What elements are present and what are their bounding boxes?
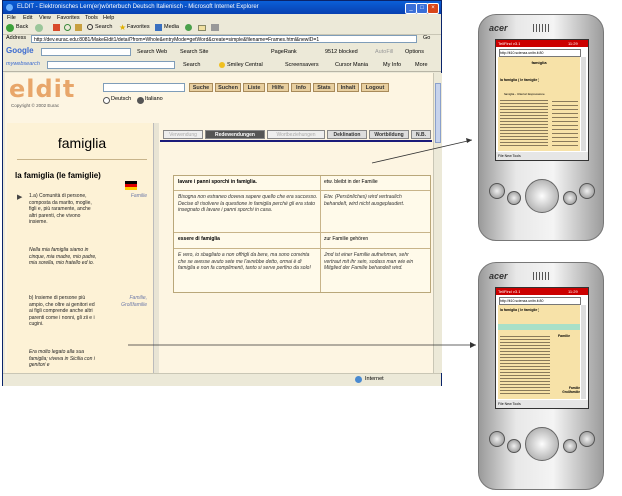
pda-app-button-3[interactable] [563, 439, 577, 453]
callout-arrowhead-top [466, 138, 472, 143]
pda-device-bottom: acer TellFind v3.1 11:29 http://it10.sci… [478, 262, 604, 490]
pda-url-field[interactable]: http://it10.scienza.unitn.it:80 [499, 49, 581, 57]
pda-text-block [500, 334, 550, 396]
pda-scrollbar[interactable] [581, 305, 586, 399]
pda-text-block-right [552, 98, 578, 148]
pda-menu-bar[interactable]: File New Tools [496, 152, 588, 160]
pda-app-button-4[interactable] [579, 183, 595, 199]
pda-navigation-pad[interactable] [525, 179, 559, 213]
pda-device-top: acer TellFind v3.1 11:29 http://it10.sci… [478, 14, 604, 241]
pda-screen-bottom: TellFind v3.1 11:29 http://it10.scienza.… [495, 287, 589, 409]
pda-subhead: la famiglia ( le famiglie ) [500, 308, 540, 312]
pda-brand-logo: acer [489, 23, 508, 33]
callout-arrowhead-bottom [470, 342, 476, 348]
pda-app-button-1[interactable] [489, 431, 505, 447]
pda-scrollbar[interactable] [581, 57, 586, 151]
speaker-grille-icon [533, 24, 551, 32]
pda-highlight-band [498, 324, 580, 330]
pda-section-label: famiglia - Ulteriori Espressione [504, 92, 545, 96]
speaker-grille-icon [533, 272, 551, 280]
pda-clock: 11:29 [568, 41, 578, 46]
pda-header: famiglia [531, 60, 547, 65]
callout-line-top [371, 139, 473, 164]
pda-text-block [500, 98, 548, 148]
pda-navigation-pad[interactable] [525, 427, 559, 461]
pda-brand-logo: acer [489, 271, 508, 281]
pda-app-button-1[interactable] [489, 183, 505, 199]
pda-url-field[interactable]: http://it10.scienza.unitn.it:80 [499, 297, 581, 305]
pda-subhead: la famiglia ( le famiglie ) [500, 78, 540, 82]
pda-clock: 11:29 [568, 289, 578, 294]
pda-app-title: TellFind v3.1 [498, 289, 521, 294]
pda-gloss-1: Familie [558, 334, 571, 338]
pda-gloss-2: Familie Großfamilie [562, 386, 580, 394]
pda-app-title: TellFind v3.1 [498, 41, 521, 46]
pda-screen-top: TellFind v3.1 11:29 http://it10.scienza.… [495, 39, 589, 161]
pda-app-button-2[interactable] [507, 439, 521, 453]
pda-app-button-2[interactable] [507, 191, 521, 205]
pda-menu-bar[interactable]: File New Tools [496, 400, 588, 408]
pda-app-button-3[interactable] [563, 191, 577, 205]
pda-app-button-4[interactable] [579, 431, 595, 447]
